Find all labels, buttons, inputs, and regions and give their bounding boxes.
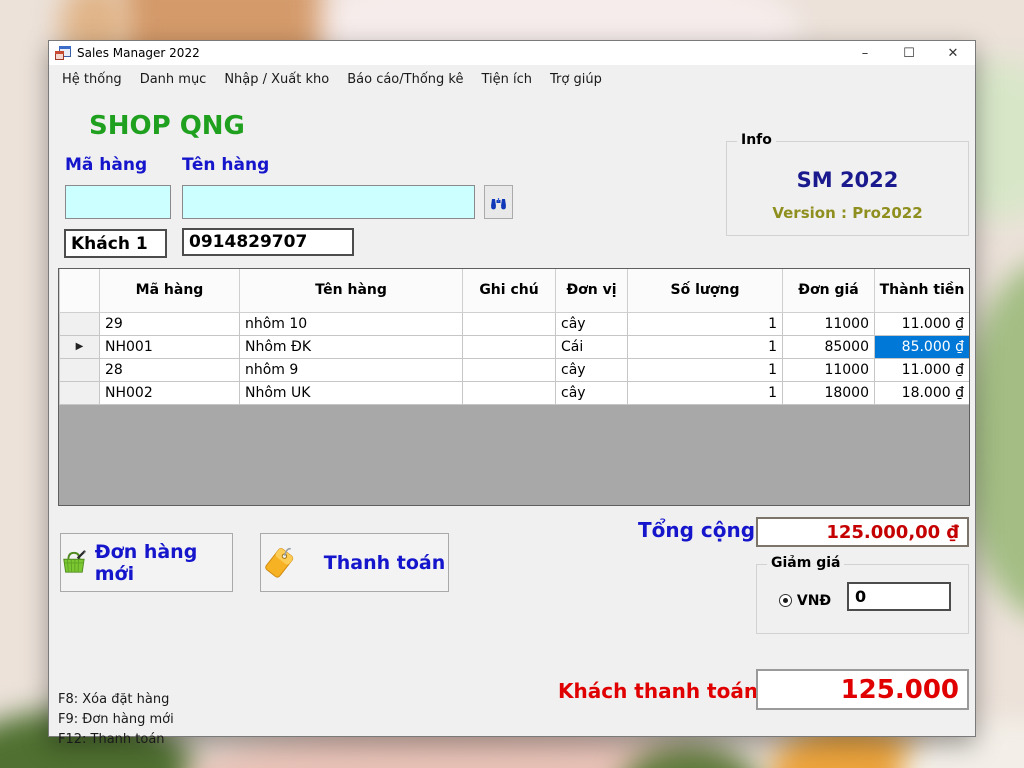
cell-ma-hang[interactable]: NH002 [100, 381, 240, 404]
new-order-label: Đơn hàng mới [95, 541, 232, 585]
grid-header-ten-hang[interactable]: Tên hàng [240, 269, 463, 312]
cell-don-vi[interactable]: cây [556, 381, 628, 404]
cell-don-gia[interactable]: 11000 [783, 358, 875, 381]
row-selector-cell[interactable] [60, 358, 100, 381]
new-order-button[interactable]: Đơn hàng mới [60, 533, 233, 592]
cell-ghi-chu[interactable] [463, 381, 556, 404]
cell-thanh-tien[interactable]: 85.000 ₫ [875, 335, 970, 358]
hotkey-f12: F12: Thanh toán [58, 730, 174, 750]
cell-ten-hang[interactable]: nhôm 10 [240, 312, 463, 335]
grid-header-so-luong[interactable]: Số lượng [628, 269, 783, 312]
grid-body: 29 nhôm 10 cây 1 11000 11.000 ₫ ▶ NH001 … [60, 312, 970, 404]
row-selector-cell[interactable]: ▶ [60, 335, 100, 358]
client-area: SHOP QNG Mã hàng Tên hàng Khách 1 091482… [49, 93, 975, 738]
shop-title: SHOP QNG [89, 111, 245, 141]
info-version: Version : Pro2022 [727, 204, 968, 222]
cell-don-gia[interactable]: 18000 [783, 381, 875, 404]
row-selector-cell[interactable] [60, 381, 100, 404]
close-button[interactable]: ✕ [931, 41, 975, 65]
hotkey-f9: F9: Đơn hàng mới [58, 710, 174, 730]
cell-so-luong[interactable]: 1 [628, 335, 783, 358]
discount-input[interactable]: 0 [847, 582, 951, 611]
cell-ten-hang[interactable]: Nhôm ĐK [240, 335, 463, 358]
grid-header-row: Mã hàng Tên hàng Ghi chú Đơn vị Số lượng… [60, 269, 970, 312]
cell-ghi-chu[interactable] [463, 312, 556, 335]
maximize-button[interactable]: ☐ [887, 41, 931, 65]
info-product: SM 2022 [727, 168, 968, 192]
cell-thanh-tien[interactable]: 18.000 ₫ [875, 381, 970, 404]
ma-hang-input[interactable] [65, 185, 171, 219]
ten-hang-input[interactable] [182, 185, 475, 219]
cell-thanh-tien[interactable]: 11.000 ₫ [875, 312, 970, 335]
checkout-button[interactable]: Thanh toán [260, 533, 449, 592]
cell-don-vi[interactable]: cây [556, 358, 628, 381]
grid-header-ghi-chu[interactable]: Ghi chú [463, 269, 556, 312]
grid-header-don-gia[interactable]: Đơn giá [783, 269, 875, 312]
menu-tro-giup[interactable]: Trợ giúp [541, 68, 611, 91]
table-row[interactable]: NH002 Nhôm UK cây 1 18000 18.000 ₫ [60, 381, 970, 404]
cell-ten-hang[interactable]: nhôm 9 [240, 358, 463, 381]
vnd-radio-label: VNĐ [797, 593, 831, 609]
customer-name-input[interactable]: Khách 1 [64, 229, 167, 258]
minimize-button[interactable]: – [843, 41, 887, 65]
grid-header-don-vi[interactable]: Đơn vị [556, 269, 628, 312]
table-row[interactable]: ▶ NH001 Nhôm ĐK Cái 1 85000 85.000 ₫ [60, 335, 970, 358]
hotkey-f8: F8: Xóa đặt hàng [58, 690, 174, 710]
vnd-radio[interactable] [779, 594, 792, 607]
cell-don-gia[interactable]: 85000 [783, 335, 875, 358]
cell-so-luong[interactable]: 1 [628, 312, 783, 335]
grid-header-marker [60, 269, 100, 312]
cell-ma-hang[interactable]: NH001 [100, 335, 240, 358]
customer-phone-input[interactable]: 0914829707 [182, 228, 354, 256]
info-group-label: Info [737, 132, 776, 148]
window-title: Sales Manager 2022 [77, 46, 200, 60]
tong-cong-label: Tổng cộng [638, 518, 755, 542]
ten-hang-label: Tên hàng [182, 155, 269, 175]
row-selector-cell[interactable] [60, 312, 100, 335]
checkout-label: Thanh toán [324, 552, 445, 574]
cell-don-gia[interactable]: 11000 [783, 312, 875, 335]
cell-don-vi[interactable]: Cái [556, 335, 628, 358]
ma-hang-label: Mã hàng [65, 155, 147, 175]
discount-group-label: Giảm giá [767, 555, 844, 571]
menu-he-thong[interactable]: Hệ thống [53, 68, 131, 91]
cell-don-vi[interactable]: cây [556, 312, 628, 335]
khach-thanh-toan-field[interactable]: 125.000 [756, 669, 969, 710]
table-row[interactable]: 29 nhôm 10 cây 1 11000 11.000 ₫ [60, 312, 970, 335]
table-row[interactable]: 28 nhôm 9 cây 1 11000 11.000 ₫ [60, 358, 970, 381]
cell-thanh-tien[interactable]: 11.000 ₫ [875, 358, 970, 381]
tong-cong-field[interactable]: 125.000,00 ₫ [756, 517, 969, 547]
title-bar[interactable]: Sales Manager 2022 – ☐ ✕ [49, 41, 975, 65]
menu-danh-muc[interactable]: Danh mục [131, 68, 216, 91]
menu-tien-ich[interactable]: Tiện ích [472, 68, 541, 91]
price-tag-icon [264, 545, 298, 581]
app-icon [55, 46, 71, 61]
binoculars-icon [490, 195, 507, 210]
menu-bao-cao[interactable]: Báo cáo/Thống kê [338, 68, 472, 91]
cell-ghi-chu[interactable] [463, 335, 556, 358]
cell-so-luong[interactable]: 1 [628, 381, 783, 404]
cell-so-luong[interactable]: 1 [628, 358, 783, 381]
menu-bar: Hệ thống Danh mục Nhập / Xuất kho Báo cá… [49, 65, 975, 93]
grid-header-thanh-tien[interactable]: Thành tiền [875, 269, 970, 312]
discount-groupbox: Giảm giá VNĐ 0 [756, 564, 969, 634]
menu-nhap-xuat[interactable]: Nhập / Xuất kho [215, 68, 338, 91]
info-groupbox: Info SM 2022 Version : Pro2022 [726, 141, 969, 236]
khach-thanh-toan-label: Khách thanh toán [558, 679, 758, 703]
cell-ma-hang[interactable]: 29 [100, 312, 240, 335]
order-grid[interactable]: Mã hàng Tên hàng Ghi chú Đơn vị Số lượng… [58, 268, 970, 506]
search-button[interactable] [484, 185, 513, 219]
app-window: Sales Manager 2022 – ☐ ✕ Hệ thống Danh m… [48, 40, 976, 737]
cell-ghi-chu[interactable] [463, 358, 556, 381]
hotkey-help: F8: Xóa đặt hàng F9: Đơn hàng mới F12: T… [58, 690, 174, 750]
cell-ten-hang[interactable]: Nhôm UK [240, 381, 463, 404]
grid-header-ma-hang[interactable]: Mã hàng [100, 269, 240, 312]
cell-ma-hang[interactable]: 28 [100, 358, 240, 381]
basket-icon [61, 549, 89, 576]
